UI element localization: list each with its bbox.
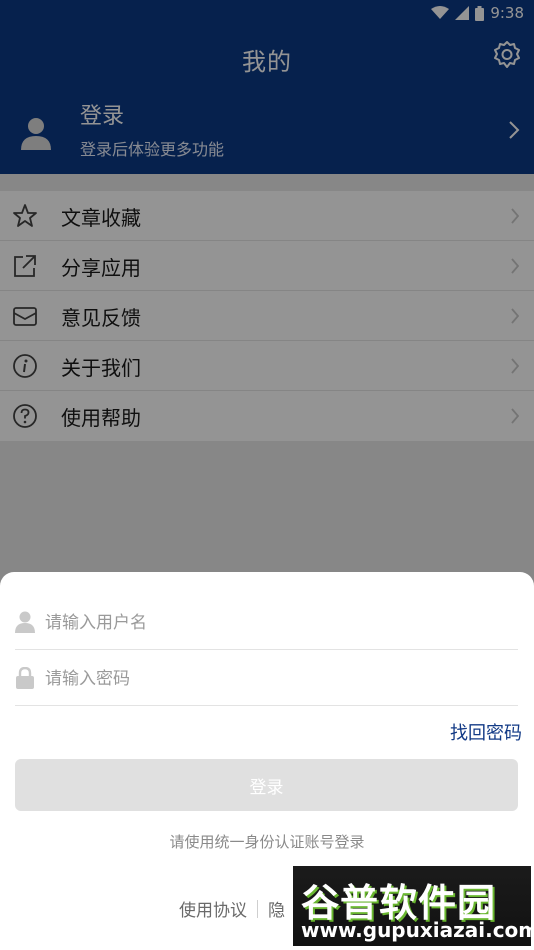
lock-icon: [16, 667, 34, 689]
forgot-password-link[interactable]: 找回密码: [450, 719, 522, 745]
site-watermark: 谷普软件园 www.gupuxiazai.com: [293, 866, 534, 946]
username-field: [15, 594, 518, 650]
user-icon: [15, 611, 35, 633]
login-button[interactable]: 登录: [15, 759, 518, 811]
username-input[interactable]: [45, 606, 505, 640]
password-input[interactable]: [45, 662, 505, 696]
password-field: [15, 650, 518, 706]
footer-divider: [257, 899, 258, 918]
watermark-url: www.gupuxiazai.com: [301, 918, 534, 942]
agreement-link[interactable]: 使用协议: [179, 896, 247, 921]
privacy-link[interactable]: 隐: [268, 896, 285, 921]
login-hint: 请使用统一身份认证账号登录: [169, 833, 365, 851]
